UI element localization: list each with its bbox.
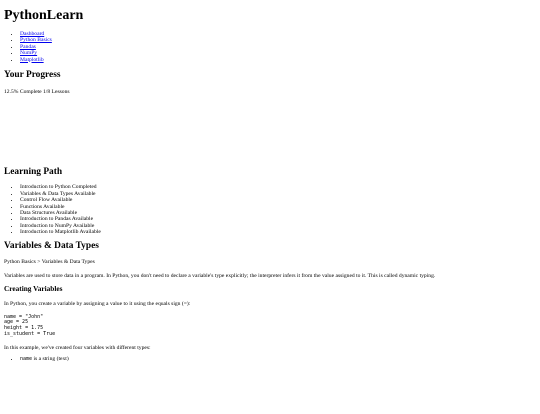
progress-heading: Your Progress — [4, 70, 61, 81]
type-description: is a string (text) — [32, 356, 69, 363]
lesson-title: Variables & Data Types — [4, 240, 99, 251]
page: PythonLearn Dashboard Python Basics Pand… — [0, 9, 540, 363]
types-list: name is a string (text) — [4, 356, 536, 363]
learning-path-heading: Learning Path — [4, 166, 63, 177]
section-text: In Python, you create a variable by assi… — [4, 301, 191, 308]
nav-item-matplotlib: Matplotlib — [20, 57, 536, 63]
code-block: name = "John" age = 25 height = 1.75 is_… — [4, 313, 56, 337]
app-title: PythonLearn — [4, 8, 84, 23]
type-item: name is a string (text) — [20, 356, 536, 363]
breadcrumb: Python Basics > Variables & Data Types — [4, 259, 95, 266]
main-nav: Dashboard Python Basics Pandas NumPy Mat… — [4, 31, 536, 63]
nav-link-numpy[interactable]: NumPy — [20, 50, 37, 56]
lesson-intro: Variables are used to store data in a pr… — [4, 272, 436, 279]
learning-path-list: Introduction to Python Completed Variabl… — [4, 184, 536, 235]
section-heading: Creating Variables — [4, 283, 63, 293]
nav-link-dashboard[interactable]: Dashboard — [20, 31, 44, 37]
type-var-name: name — [20, 356, 33, 363]
learning-path-item[interactable]: Introduction to Matplotlib Available — [20, 229, 536, 235]
example-text: In this example, we've created four vari… — [4, 344, 151, 351]
progress-chart-area — [4, 95, 536, 165]
types-list-wrapper: name is a string (text) — [4, 356, 536, 363]
nav-link-matplotlib[interactable]: Matplotlib — [20, 57, 44, 63]
nav-link-python-basics[interactable]: Python Basics — [20, 37, 52, 43]
nav-link-pandas[interactable]: Pandas — [20, 44, 36, 50]
